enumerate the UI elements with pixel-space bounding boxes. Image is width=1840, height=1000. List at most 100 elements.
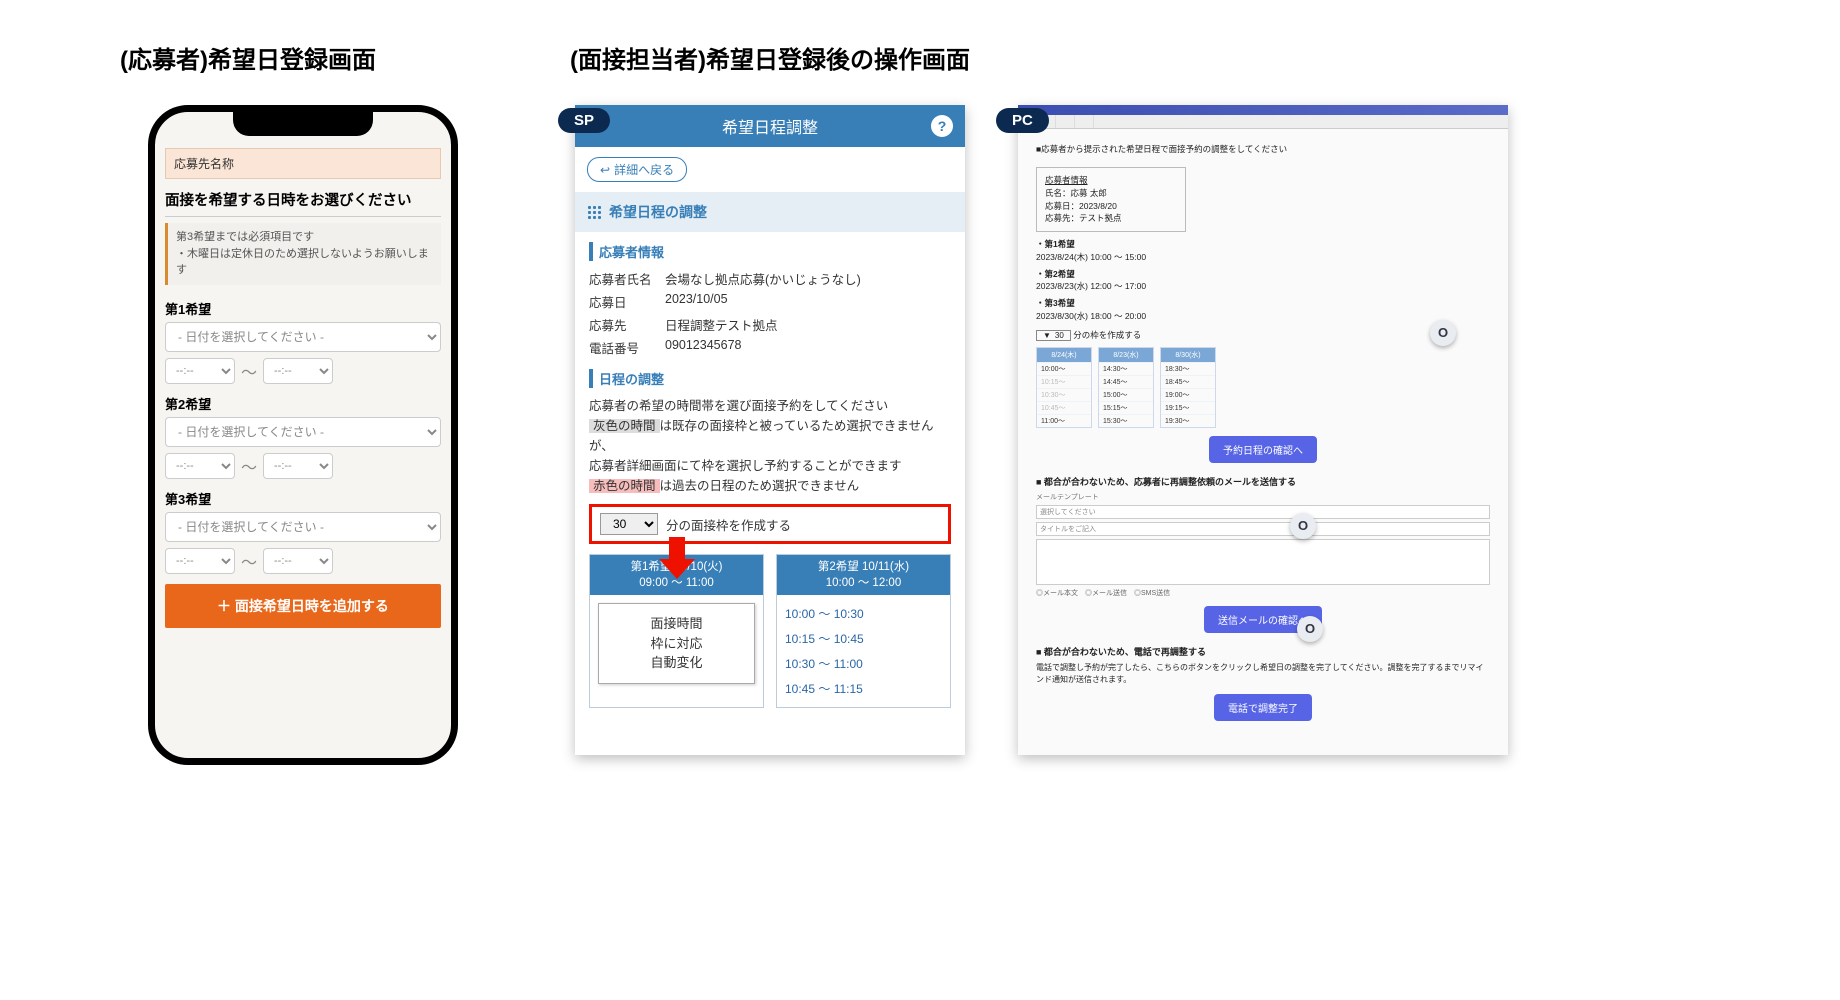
card2-l2: 10:00 ～ 12:00 (779, 575, 948, 591)
pc-info-box: 応募者情報 氏名：応募 太郎 応募日：2023/8/20 応募先：テスト拠点 (1036, 167, 1186, 232)
pc-time-slot[interactable]: 11:00～ (1037, 414, 1091, 427)
badge-pc: PC (996, 108, 1049, 133)
pc-time-slot[interactable]: 15:00～ (1099, 388, 1153, 401)
sp-section-title: 希望日程の調整 (609, 202, 707, 222)
pc-minute-suffix: 分の枠を作成する (1073, 330, 1141, 340)
pc-time-column: 8/24(木)10:00～10:15～10:30～10:45～11:00～ (1036, 347, 1092, 428)
slot[interactable]: 10:30 ～ 11:00 (785, 651, 942, 676)
pref2-time-to[interactable]: --:-- (263, 453, 333, 479)
heading-applicant: (応募者)希望日登録画面 (120, 40, 376, 75)
tilde: ～ (241, 359, 257, 383)
phone-done-button[interactable]: 電話で調整完了 (1214, 694, 1312, 721)
pc-time-slot[interactable]: 15:15～ (1099, 401, 1153, 414)
row-name-v: 会場なし拠点応募(かいじょうなし) (665, 269, 861, 288)
notice-box: 第3希望までは必須項目です ・木曜日は定休日のため選択しないようお願いします (165, 223, 441, 285)
row-date-v: 2023/10/05 (665, 292, 728, 311)
auto-change-box: 面接時間 枠に対応 自動変化 (598, 603, 755, 684)
notice-line2: ・木曜日は定休日のため選択しないようお願いします (176, 246, 433, 279)
pc-time-slot[interactable]: 19:00～ (1161, 388, 1215, 401)
row-dest-v: 日程調整テスト拠点 (665, 315, 778, 334)
mail-title-input[interactable]: タイトルをご記入 (1036, 522, 1490, 536)
pc-time-slot[interactable]: 15:30～ (1099, 414, 1153, 427)
pc-info-l3: 応募先：テスト拠点 (1045, 212, 1177, 225)
row-name-k: 応募者氏名 (589, 269, 665, 288)
minute-suffix: 分の面接枠を作成する (666, 515, 791, 534)
pref2-date-select[interactable]: - 日付を選択してください - (165, 417, 441, 447)
callout-o-1: O (1430, 320, 1456, 346)
slot[interactable]: 10:15 ～ 10:45 (785, 626, 942, 651)
slot-list-2: 10:00 ～ 10:30 10:15 ～ 10:45 10:30 ～ 11:0… (777, 595, 950, 707)
callout-o-2: O (1290, 513, 1316, 539)
red-chip: 赤色の時間 (589, 479, 660, 493)
slot-card-2-head: 第2希望 10/11(水) 10:00 ～ 12:00 (777, 555, 950, 595)
sched-note: 応募者の希望の時間帯を選び面接予約をしてください 灰色の時間は既存の面接枠と被っ… (589, 396, 951, 496)
wish1-d: 2023/8/24(木) 10:00 ～ 15:00 (1036, 252, 1146, 262)
mail-tmpl-label: メールテンプレート (1036, 492, 1490, 502)
pc-time-column: 8/23(水)14:30～14:45～15:00～15:15～15:30～ (1098, 347, 1154, 428)
minute-select[interactable]: 30 (600, 513, 658, 535)
pc-panel: ■応募者から提示された希望日程で面接予約の調整をしてください 応募者情報 氏名：… (1018, 105, 1508, 755)
row-tel-k: 電話番号 (589, 338, 665, 357)
note2b: 応募者詳細画面にて枠を選択し予約することができます (589, 456, 951, 476)
gray-chip: 灰色の時間 (589, 419, 660, 433)
pc-intro: ■応募者から提示された希望日程で面接予約の調整をしてください (1036, 143, 1490, 155)
pref3-time-to[interactable]: --:-- (263, 548, 333, 574)
pc-time-slot[interactable]: 18:45～ (1161, 375, 1215, 388)
pref3-label: 第3希望 (165, 489, 441, 508)
notice-line1: 第3希望までは必須項目です (176, 229, 433, 246)
row-date-k: 応募日 (589, 292, 665, 311)
pc-time-column: 8/30(水)18:30～18:45～19:00～19:15～19:30～ (1160, 347, 1216, 428)
confirm-schedule-button[interactable]: 予約日程の確認へ (1209, 436, 1317, 463)
phone-notch (233, 110, 373, 136)
pc-info-l2: 応募日：2023/8/20 (1045, 200, 1177, 213)
slot[interactable]: 10:45 ～ 11:15 (785, 676, 942, 701)
callout-o-3: O (1297, 616, 1323, 642)
sp-header-title: 希望日程調整 (722, 114, 818, 138)
pc-topbar (1018, 105, 1508, 115)
pc-time-slot[interactable]: 18:30～ (1161, 362, 1215, 375)
pc-time-slot[interactable]: 19:30～ (1161, 414, 1215, 427)
sp-section-bar: 希望日程の調整 (575, 192, 965, 232)
pref2-block: 第2希望 - 日付を選択してください - --:-- ～ --:-- (165, 394, 441, 479)
wish2-h: ・第2希望 (1036, 269, 1075, 279)
pref1-date-select[interactable]: - 日付を選択してください - (165, 322, 441, 352)
pref1-label: 第1希望 (165, 299, 441, 318)
pref3-block: 第3希望 - 日付を選択してください - --:-- ～ --:-- (165, 489, 441, 574)
tilde: ～ (241, 454, 257, 478)
note3: は過去の日程のため選択できません (660, 479, 860, 493)
pc-time-slot: 10:45～ (1037, 401, 1091, 414)
pc-time-slot: 10:30～ (1037, 388, 1091, 401)
pc-minute-select[interactable]: ▼ 30 (1036, 330, 1071, 341)
wish2-d: 2023/8/23(水) 12:00 ～ 17:00 (1036, 281, 1146, 291)
mail-hints: ◎メール本文 ◎メール送信 ◎SMS送信 (1036, 588, 1490, 598)
pref1-time-from[interactable]: --:-- (165, 358, 235, 384)
pc-time-slot[interactable]: 10:00～ (1037, 362, 1091, 375)
tilde: ～ (241, 549, 257, 573)
sp-h-sched: 日程の調整 (589, 369, 951, 388)
pc-time-slot[interactable]: 19:15～ (1161, 401, 1215, 414)
slot[interactable]: 10:00 ～ 10:30 (785, 601, 942, 626)
pref1-time-to[interactable]: --:-- (263, 358, 333, 384)
pref3-date-select[interactable]: - 日付を選択してください - (165, 512, 441, 542)
arrow-down-icon (657, 543, 697, 583)
pref3-time-from[interactable]: --:-- (165, 548, 235, 574)
heading-interviewer: (面接担当者)希望日登録後の操作画面 (570, 40, 970, 75)
add-datetime-button[interactable]: ＋ 面接希望日時を追加する (165, 584, 441, 628)
destination-banner: 応募先名称 (165, 148, 441, 179)
row-tel-v: 09012345678 (665, 338, 741, 357)
card2-l1: 第2希望 10/11(水) (779, 559, 948, 575)
pc-time-slot[interactable]: 14:45～ (1099, 375, 1153, 388)
pc-info-title: 応募者情報 (1045, 174, 1177, 187)
mail-sec-title: ■ 都合が合わないため、応募者に再調整依頼のメールを送信する (1036, 475, 1490, 488)
back-button[interactable]: ↩ 詳細へ戻る (587, 157, 687, 182)
mail-body-textarea[interactable] (1036, 539, 1490, 585)
pref2-time-from[interactable]: --:-- (165, 453, 235, 479)
pref1-block: 第1希望 - 日付を選択してください - --:-- ～ --:-- (165, 299, 441, 384)
help-icon[interactable]: ? (931, 115, 953, 137)
pc-time-slot[interactable]: 14:30～ (1099, 362, 1153, 375)
wish3-h: ・第3希望 (1036, 298, 1075, 308)
pc-time-slot: 10:15～ (1037, 375, 1091, 388)
mail-template-select[interactable]: 選択してください (1036, 505, 1490, 519)
pc-wishes: ・第1希望2023/8/24(木) 10:00 ～ 15:00 ・第2希望202… (1036, 238, 1490, 323)
pref2-label: 第2希望 (165, 394, 441, 413)
